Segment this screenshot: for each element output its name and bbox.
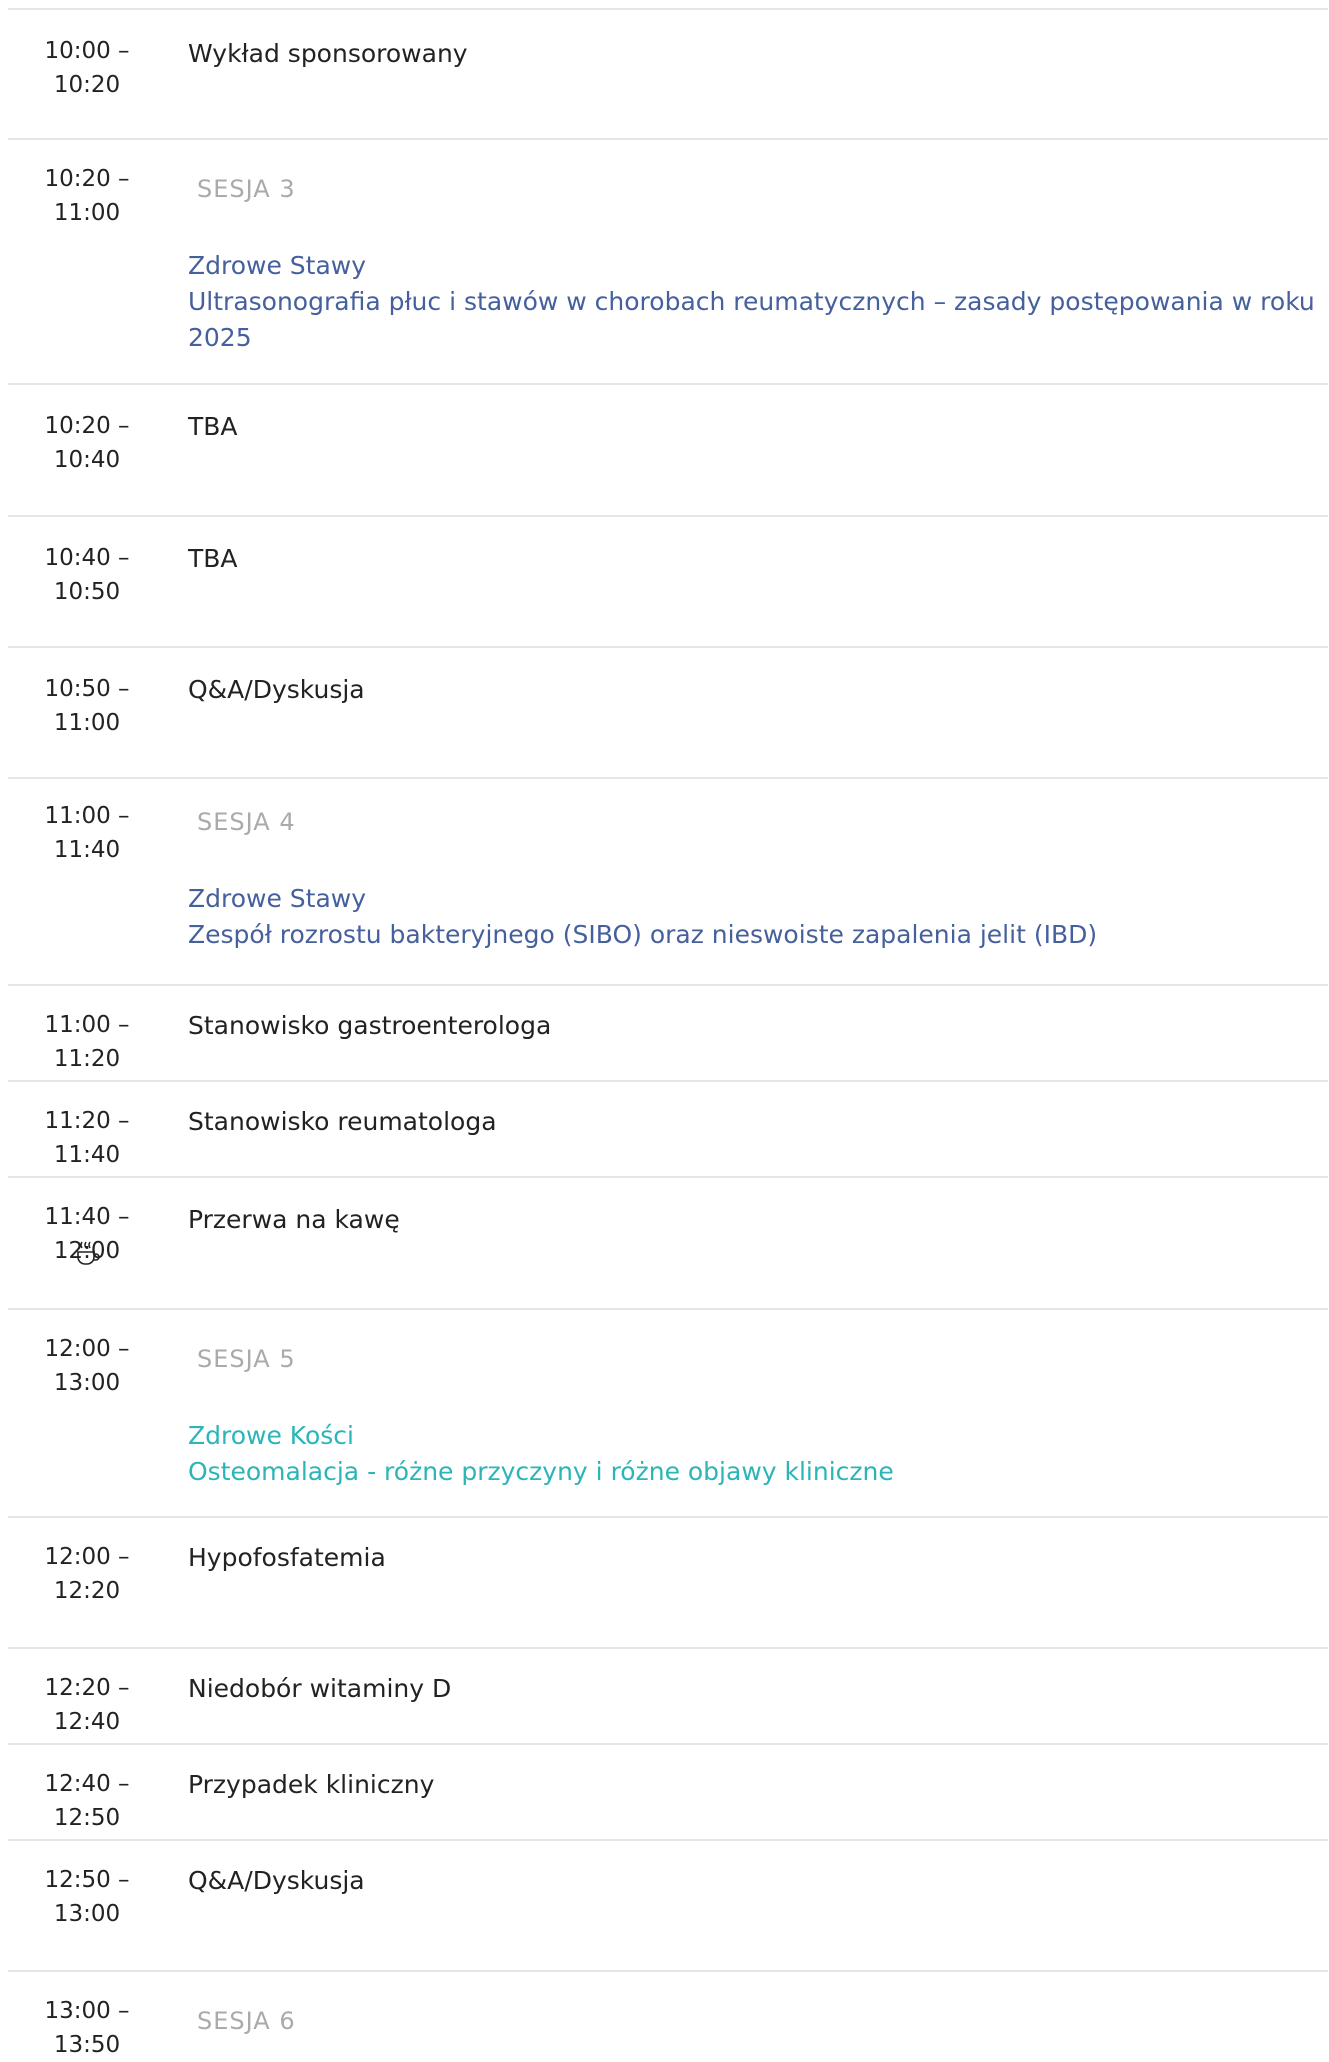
time-range: 13:00 – 13:50 (8, 1994, 166, 2062)
agenda-row: 12:20 – 12:40 Niedobór witaminy D (8, 1647, 1328, 1743)
session-topic-title: Ultrasonografia płuc i stawów w chorobac… (188, 287, 1315, 352)
agenda-title: TBA (188, 544, 238, 573)
session-topic[interactable]: Zdrowe Stawy Zespół rozrostu bakteryjneg… (188, 881, 1318, 953)
agenda-row: 11:00 – 11:20 Stanowisko gastroenterolog… (8, 984, 1328, 1080)
time-end: 11:00 (53, 200, 121, 226)
time-range: 12:00 – 12:20 (8, 1540, 166, 1608)
time-start: 10:00 – (44, 38, 130, 64)
session-label: SESJA 5 (197, 1345, 296, 1373)
agenda-title: Przypadek kliniczny (188, 1770, 435, 1799)
agenda-row: 12:50 – 13:00 Q&A/Dyskusja (8, 1839, 1328, 1970)
time-start: 12:00 – (44, 1336, 130, 1362)
agenda-row: 12:00 – 12:20 Hypofosfatemia (8, 1516, 1328, 1647)
time-start: 10:20 – (44, 166, 130, 192)
agenda-session-row: 12:00 – 13:00 SESJA 5 Zdrowe Kości Osteo… (8, 1308, 1328, 1516)
agenda-row: 10:40 – 10:50 TBA (8, 515, 1328, 646)
time-range: 10:00 – 10:20 (8, 34, 166, 102)
time-start: 10:20 – (44, 413, 130, 439)
time-end: 10:50 (53, 579, 121, 605)
agenda-session-row: 10:20 – 11:00 SESJA 3 Zdrowe Stawy Ultra… (8, 138, 1328, 383)
session-topic-title: Osteomalacja - różne przyczyny i różne o… (188, 1457, 894, 1486)
time-range: 12:00 – 13:00 (8, 1332, 166, 1400)
time-start: 12:00 – (44, 1544, 130, 1570)
time-start: 12:40 – 12:50 (44, 1771, 130, 1831)
agenda-row: 12:40 – 12:50 Przypadek kliniczny (8, 1743, 1328, 1839)
session-topic-category: Zdrowe Stawy (188, 884, 367, 913)
coffee-icon (77, 1241, 100, 1265)
time-start: 11:00 – 11:40 (44, 803, 130, 863)
time-end: 10:20 (53, 72, 121, 98)
time-range: 10:20 – 11:00 (8, 162, 166, 230)
session-label: SESJA 4 (197, 808, 296, 836)
session-topic[interactable]: Zdrowe Kości Osteomalacja - różne przycz… (188, 1418, 1318, 1490)
agenda-title: Q&A/Dyskusja (188, 1866, 365, 1895)
time-range: 12:50 – 13:00 (8, 1863, 166, 1931)
time-range: 11:00 – 11:40 (8, 799, 166, 867)
session-topic-category: Zdrowe Kości (188, 1421, 354, 1450)
agenda-title: TBA (188, 412, 238, 441)
session-label: SESJA 3 (197, 175, 296, 203)
agenda-row: 11:40 – 12:00 Przerwa na kawę (8, 1176, 1328, 1308)
agenda-session-row: 11:00 – 11:40 SESJA 4 Zdrowe Stawy Zespó… (8, 777, 1328, 984)
session-topic-category: Zdrowe Stawy (188, 251, 367, 280)
time-range: 10:40 – 10:50 (8, 541, 166, 609)
time-start: 11:00 – 11:20 (44, 1012, 130, 1072)
time-start: 13:00 – (44, 1998, 130, 2024)
time-end: 12:20 (53, 1578, 121, 1604)
agenda-title: Stanowisko reumatologa (188, 1107, 497, 1136)
agenda-title: Wykład sponsorowany (188, 39, 468, 68)
time-range: 11:00 – 11:20 (8, 1008, 166, 1076)
agenda-session-row: 13:00 – 13:50 SESJA 6 (8, 1970, 1328, 2058)
time-range: 10:50 – 11:00 (8, 672, 166, 740)
agenda-row: 10:50 – 11:00 Q&A/Dyskusja (8, 646, 1328, 777)
time-range: 12:40 – 12:50 (8, 1767, 166, 1835)
session-topic-title: Zespół rozrostu bakteryjnego (SIBO) oraz… (188, 920, 1098, 949)
time-range: 11:20 – 11:40 (8, 1104, 166, 1172)
agenda-title: Stanowisko gastroenterologa (188, 1011, 552, 1040)
agenda-row: 11:20 – 11:40 Stanowisko reumatologa (8, 1080, 1328, 1176)
time-range: 12:20 – 12:40 (8, 1671, 166, 1739)
agenda-title: Niedobór witaminy D (188, 1674, 452, 1703)
time-end: 10:40 (53, 447, 121, 473)
time-range: 10:20 – 10:40 (8, 409, 166, 477)
time-start: 11:20 – 11:40 (44, 1108, 130, 1168)
time-end: 13:50 (53, 2032, 121, 2058)
agenda-row: 10:00 – 10:20 Wykład sponsorowany (8, 8, 1328, 138)
time-start: 12:50 – (44, 1867, 130, 1893)
time-start: 12:20 – 12:40 (44, 1675, 130, 1735)
session-label: SESJA 6 (197, 2007, 296, 2035)
time-start: 10:40 – (44, 545, 130, 571)
time-start: 10:50 – (44, 676, 130, 702)
time-end: 13:00 (53, 1370, 121, 1396)
time-end: 11:00 (53, 710, 121, 736)
agenda-row: 10:20 – 10:40 TBA (8, 383, 1328, 515)
session-topic[interactable]: Zdrowe Stawy Ultrasonografia płuc i staw… (188, 248, 1318, 356)
agenda-title: Q&A/Dyskusja (188, 675, 365, 704)
agenda-title: Przerwa na kawę (188, 1205, 400, 1234)
time-end: 13:00 (53, 1901, 121, 1927)
agenda-title: Hypofosfatemia (188, 1543, 386, 1572)
